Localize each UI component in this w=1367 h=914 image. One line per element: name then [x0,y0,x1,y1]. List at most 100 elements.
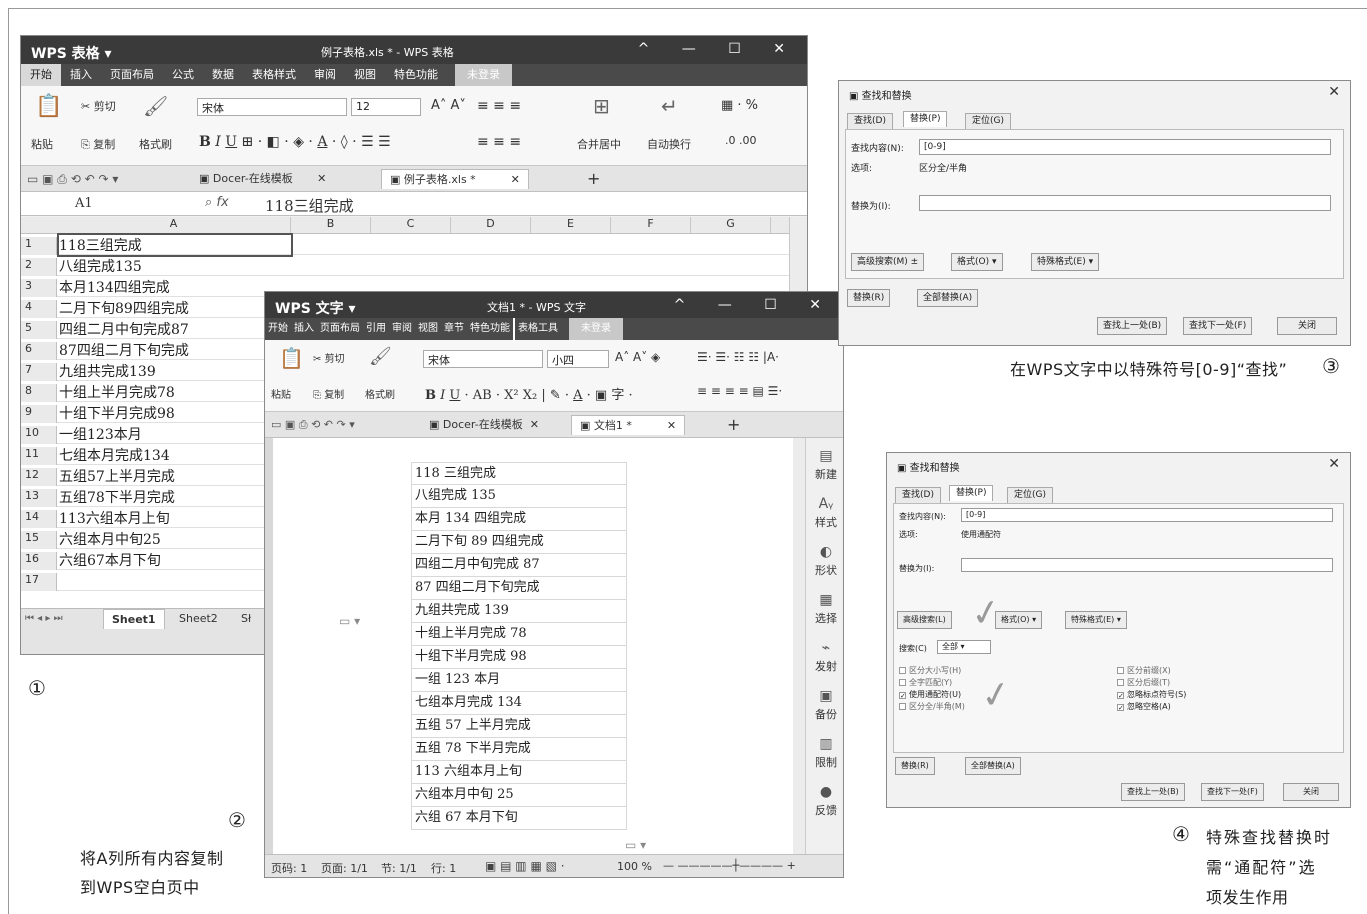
excel-menu-1[interactable]: 插入 [61,64,101,86]
dialog2-search-select[interactable]: 全部 ▾ [937,640,991,654]
decimal-buttons[interactable]: .0 .00 [725,134,757,147]
checkbox-box[interactable] [899,667,906,674]
align-buttons-2[interactable]: ≡ ≡ ≡ [477,134,521,150]
excel-menu-8[interactable]: 特色功能 [385,64,447,86]
dialog1-format-button[interactable]: 格式(O) ▾ [951,253,1003,271]
row-header[interactable]: 5 [21,321,57,339]
wrap-text-button[interactable]: 自动换行 [647,136,691,152]
dialog2-format-button[interactable]: 格式(O) ▾ [995,611,1043,629]
writer-text-format-buttons[interactable]: B I U · AB · X² X₂ | ✎ · A · ▣ 字 · [425,384,633,403]
cell-a[interactable]: 六组67本月下旬 [59,550,161,570]
format-painter-icon[interactable]: 🖌 [143,94,168,118]
writer-font-grow-buttons[interactable]: A˄ A˅ ◈ [615,350,660,364]
column-header-e[interactable]: E [531,217,611,233]
checkbox-box[interactable]: ✓ [1117,704,1124,712]
row-header[interactable]: 2 [21,258,57,276]
row-header[interactable]: 6 [21,342,57,360]
cell-a[interactable]: 七组本月完成134 [59,445,170,465]
cell-a[interactable]: 113六组本月上旬 [59,508,170,528]
row-header[interactable]: 3 [21,279,57,297]
copy-button[interactable]: ⎘ 复制 [81,136,115,152]
paste-icon[interactable]: 📋 [35,94,62,119]
cell-a[interactable]: 十组上半月完成78 [59,382,175,402]
dialog1-tab-find[interactable]: 查找(D) [847,113,893,129]
column-header-a[interactable]: A [57,217,291,233]
writer-align-buttons[interactable]: ≡ ≡ ≡ ≡ ▤ ☰· [697,384,782,398]
document-line[interactable]: 十组上半月完成 78 [411,623,627,646]
column-header-g[interactable]: G [691,217,771,233]
dialog2-find-next-button[interactable]: 查找下一处(F) [1201,783,1264,801]
cell-a[interactable]: 四组二月中旬完成87 [59,319,189,339]
writer-menu-7[interactable]: 特色功能 [467,318,513,340]
writer-tab-docer[interactable]: ▣ Docer-在线模板 ✕ [421,415,547,435]
font-grow-shrink-buttons[interactable]: A˄ A˅ [431,98,466,113]
dialog1-replace-button[interactable]: 替换(R) [847,289,891,307]
writer-app-menu[interactable]: WPS 文字 ▾ [275,298,356,318]
writer-menu-0[interactable]: 开始 [265,318,291,340]
formula-input[interactable]: 118三组完成 [265,195,354,216]
dialog2-close-icon[interactable]: ✕ [1328,456,1340,472]
row-header[interactable]: 9 [21,405,57,423]
sheet-tab-1[interactable]: Sheet1 [103,609,165,629]
checkbox-option[interactable]: ✓ 忽略空格(A) [1117,701,1171,712]
document-line[interactable]: 二月下旬 89 四组完成 [411,531,627,554]
row-header[interactable]: 14 [21,510,57,528]
dialog1-tab-goto[interactable]: 定位(G) [965,113,1011,129]
row-header[interactable]: 17 [21,573,57,591]
writer-menu-4[interactable]: 审阅 [389,318,415,340]
dialog2-find-input[interactable]: [0-9] [961,508,1333,522]
zoom-slider[interactable]: — —————┼———— + [663,859,796,872]
writer-menu-1[interactable]: 插入 [291,318,317,340]
view-mode-icons[interactable]: ▣ ▤ ▥ ▦ ▧ · [485,859,565,873]
writer-font-name-select[interactable]: 宋体 [423,350,543,368]
quick-access-toolbar[interactable]: ▭ ▣ ⎙ ⟲ ↶ ↷ ▾ [27,172,118,187]
cell-a[interactable]: 五组78下半月完成 [59,487,175,507]
document-line[interactable]: 118 三组完成 [411,462,627,485]
merge-center-icon[interactable]: ⊞ [593,94,610,118]
dialog1-replace-input[interactable] [919,195,1331,211]
cell-a[interactable]: 118三组完成 [57,233,293,257]
writer-cut-button[interactable]: ✂ 剪切 [313,350,345,365]
row-header[interactable]: 1 [21,237,57,255]
side-item[interactable]: ◐ 形状 [808,544,843,578]
dialog2-replace-input[interactable] [961,558,1333,572]
sheet-tab-3[interactable]: Sł [233,609,259,629]
sheet-tab-2[interactable]: Sheet2 [171,609,226,629]
tab-excel-doc[interactable]: ▣ 例子表格.xls * ✕ [381,169,529,189]
dialog2-close-button[interactable]: 关闭 [1283,783,1339,801]
document-line[interactable]: 十组下半月完成 98 [411,646,627,669]
paste-options-icon-2[interactable]: ▭ ▾ [625,838,646,852]
font-size-select[interactable]: 12 [351,98,421,116]
row-header[interactable]: 10 [21,426,57,444]
column-header-d[interactable]: D [451,217,531,233]
writer-page[interactable]: ▭ ▾ 118 三组完成 八组完成 135 本月 134 四组完成 二月下旬 89 四… [273,438,793,854]
writer-list-buttons[interactable]: ☰· ☰· ☷ ☷ |A· [697,350,779,364]
excel-menu-7[interactable]: 视图 [345,64,385,86]
document-line[interactable]: 一组 123 本月 [411,669,627,692]
column-header-b[interactable]: B [291,217,371,233]
excel-menu-5[interactable]: 表格样式 [243,64,305,86]
cell-a[interactable]: 87四组二月下旬完成 [59,340,189,360]
dialog2-tab-goto[interactable]: 定位(G) [1007,487,1053,503]
dialog2-find-prev-button[interactable]: 查找上一处(B) [1121,783,1185,801]
excel-menu-3[interactable]: 公式 [163,64,203,86]
checkbox-option[interactable]: 区分全/半角(M) [899,701,965,712]
row-header[interactable]: 15 [21,531,57,549]
checkbox-option[interactable]: 区分大小写(H) [899,665,961,676]
row-header[interactable]: 16 [21,552,57,570]
document-line[interactable]: 六组 67 本月下旬 [411,807,627,830]
document-line[interactable]: 八组完成 135 [411,485,627,508]
checkbox-box[interactable] [899,679,906,686]
checkbox-box[interactable] [899,703,906,710]
row-header[interactable]: 11 [21,447,57,465]
wrap-text-icon[interactable]: ↵ [661,94,678,118]
number-format-buttons[interactable]: ▦ · % [721,98,758,113]
writer-menu-6[interactable]: 章节 [441,318,467,340]
writer-login-button[interactable]: 未登录 [569,318,623,340]
checkbox-option[interactable]: 区分后缀(T) [1117,677,1170,688]
document-line[interactable]: 五组 78 下半月完成 [411,738,627,761]
dialog1-find-input[interactable]: [0-9] [919,139,1331,155]
paste-button[interactable]: 粘贴 [31,136,53,152]
writer-menu-5[interactable]: 视图 [415,318,441,340]
sheet-nav-arrows[interactable]: ⏮ ◂ ▸ ⏭ [25,613,63,624]
